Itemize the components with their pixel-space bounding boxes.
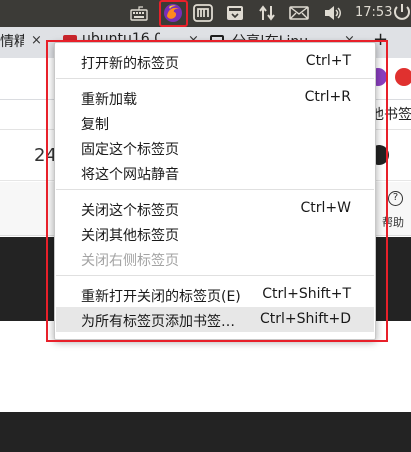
tray-window-icon[interactable] xyxy=(224,3,246,23)
annotation-highlight xyxy=(159,0,188,27)
power-icon[interactable] xyxy=(393,2,411,22)
network-icon[interactable] xyxy=(257,3,277,23)
close-icon[interactable]: × xyxy=(31,33,42,48)
clock[interactable]: 17:53 xyxy=(355,5,392,20)
keyboard-icon[interactable] xyxy=(127,3,151,23)
tray-m-icon[interactable] xyxy=(192,3,214,23)
extension-icon[interactable] xyxy=(395,68,411,86)
top-panel: 17:53 xyxy=(0,0,411,27)
dark-footer xyxy=(0,412,411,452)
help-icon[interactable]: ? xyxy=(388,191,403,206)
volume-icon[interactable] xyxy=(322,3,344,23)
annotation-box xyxy=(46,40,388,342)
mail-icon[interactable] xyxy=(288,3,310,23)
tab-title[interactable]: 情精 xyxy=(0,31,24,55)
